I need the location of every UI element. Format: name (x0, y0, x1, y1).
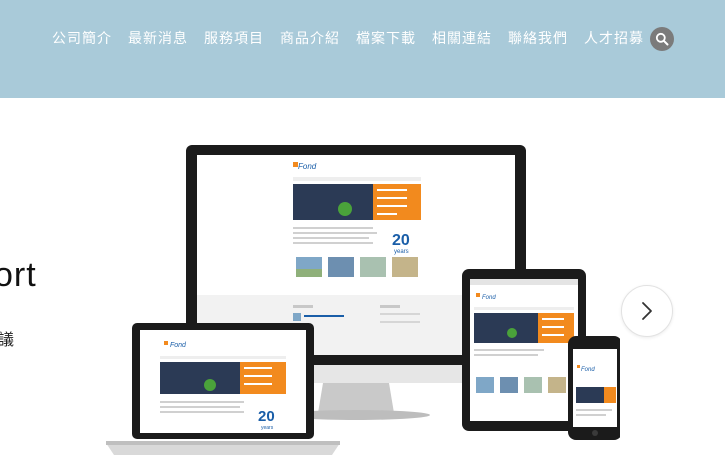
desktop-years-number: 20 (392, 232, 410, 249)
responsive-devices-illustration: Fond 20 years Fond 20 years Fond Fond (106, 145, 620, 455)
top-nav-bar: 公司簡介 最新消息 服務項目 商品介紹 檔案下載 相關連結 聯絡我們 人才招募 (0, 0, 725, 98)
nav-item-links[interactable]: 相關連結 (432, 30, 492, 48)
search-icon (655, 32, 669, 46)
phone-logo: Fond (581, 367, 595, 373)
main-nav: 公司簡介 最新消息 服務項目 商品介紹 檔案下載 相關連結 聯絡我們 人才招募 (52, 30, 644, 48)
nav-item-services[interactable]: 服務項目 (204, 30, 264, 48)
search-button[interactable] (650, 27, 674, 51)
nav-item-contact[interactable]: 聯絡我們 (508, 30, 568, 48)
hero-slider: ort 議 Fond 20 years Fond 20 years Fond F… (0, 98, 725, 475)
phone: Fond (568, 336, 620, 440)
nav-item-downloads[interactable]: 檔案下載 (356, 30, 416, 48)
laptop-logo: Fond (170, 342, 187, 349)
nav-item-about[interactable]: 公司簡介 (52, 30, 112, 48)
nav-item-news[interactable]: 最新消息 (128, 30, 188, 48)
tablet-logo: Fond (482, 295, 496, 301)
hero-title: ort (0, 256, 37, 294)
slider-next-button[interactable] (621, 285, 673, 337)
desktop-years-word: years (394, 249, 409, 255)
tablet: Fond (462, 269, 586, 431)
desktop-logo: Fond (298, 162, 317, 171)
nav-item-careers[interactable]: 人才招募 (584, 30, 644, 48)
laptop-years-word: years (261, 425, 274, 431)
hero-subtitle: 議 (0, 330, 15, 349)
laptop: Fond 20 years (106, 323, 340, 455)
laptop-years-number: 20 (258, 408, 275, 425)
nav-item-products[interactable]: 商品介紹 (280, 30, 340, 48)
chevron-right-icon (642, 302, 652, 320)
